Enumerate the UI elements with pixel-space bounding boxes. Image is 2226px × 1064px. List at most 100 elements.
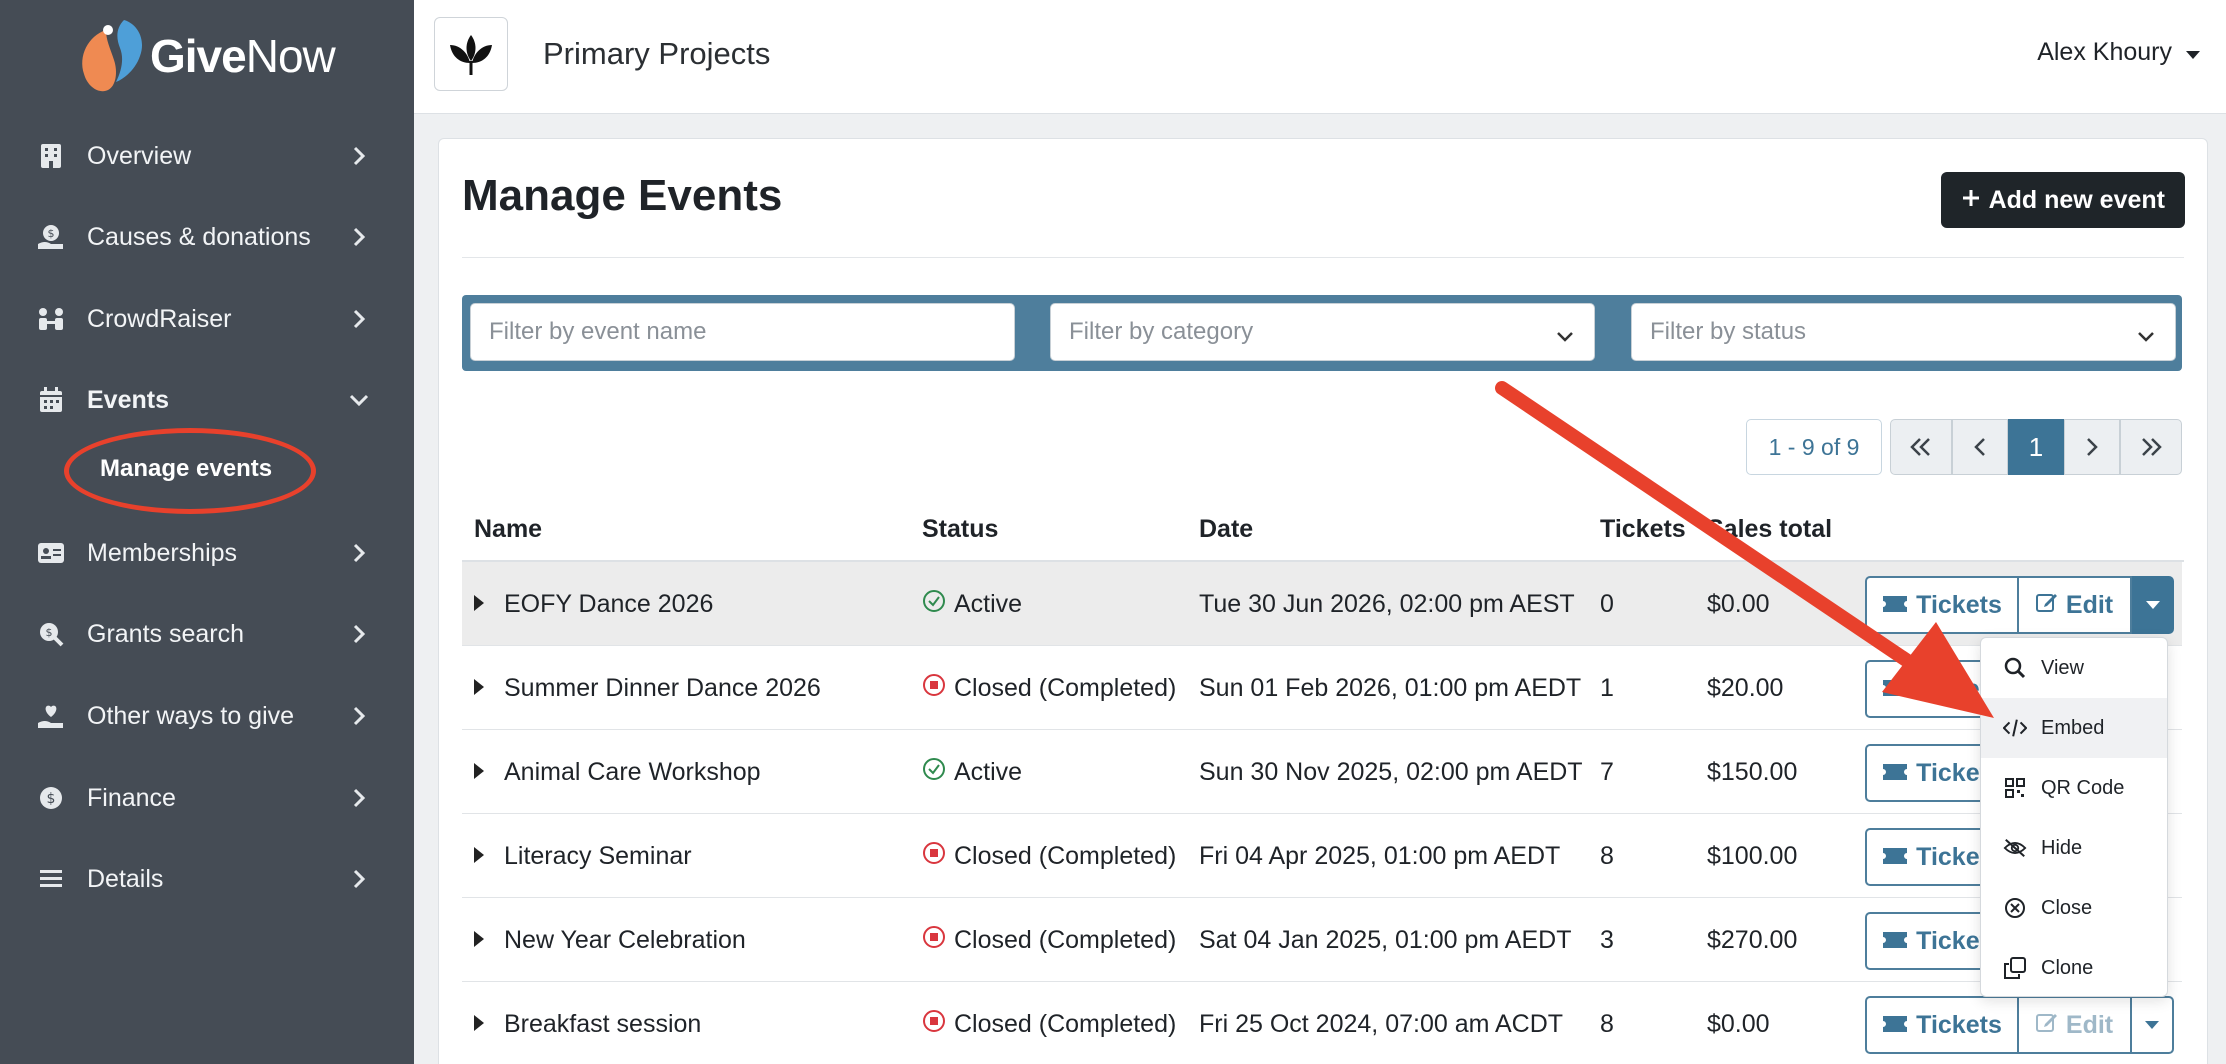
chevron-down-icon (2137, 322, 2155, 350)
id-card-icon (36, 538, 66, 568)
sidebar-item-causes[interactable]: $ Causes & donations (0, 207, 414, 267)
edit-button[interactable]: Edit (2019, 996, 2132, 1054)
sidebar: GiveNow Overview $ Causes & donations Cr… (0, 0, 414, 1064)
coin-icon: $ (36, 783, 66, 813)
event-tickets: 7 (1600, 757, 1614, 786)
column-header-status[interactable]: Status (922, 515, 998, 544)
copy-icon (2003, 956, 2027, 980)
current-page-button[interactable]: 1 (2008, 419, 2064, 475)
table-row[interactable]: Animal Care Workshop Active Sun 30 Nov 2… (462, 730, 2182, 814)
add-event-button[interactable]: Add new event (1940, 172, 2185, 228)
expand-caret-icon[interactable] (474, 595, 484, 611)
tickets-button[interactable]: Tickets (1865, 996, 2019, 1054)
sidebar-item-grants[interactable]: $ Grants search (0, 604, 414, 664)
event-name: Summer Dinner Dance 2026 (504, 673, 821, 702)
column-header-tickets[interactable]: Tickets (1600, 515, 1686, 544)
sidebar-item-label: Finance (87, 783, 176, 812)
givenow-logo[interactable]: GiveNow (76, 16, 336, 96)
event-tickets: 8 (1600, 841, 1614, 870)
chevron-left-icon (1974, 438, 1985, 456)
sidebar-item-events[interactable]: Events (0, 370, 414, 430)
column-header-name[interactable]: Name (474, 515, 542, 544)
more-actions-toggle[interactable] (2132, 996, 2174, 1054)
plus-icon (1961, 186, 1981, 215)
menu-item-view[interactable]: View (1981, 638, 2167, 698)
main-card: Manage Events Add new event Filter by ev… (438, 138, 2208, 1064)
menu-item-label: Clone (2041, 956, 2094, 979)
x-circle-icon (2003, 896, 2027, 920)
sidebar-item-finance[interactable]: $ Finance (0, 768, 414, 828)
menu-item-label: Close (2041, 896, 2093, 919)
last-page-button[interactable] (2120, 419, 2182, 475)
expand-caret-icon[interactable] (474, 763, 484, 779)
page-title: Manage Events (462, 171, 783, 220)
prev-page-button[interactable] (1952, 419, 2008, 475)
column-header-date[interactable]: Date (1199, 515, 1253, 544)
people-icon (36, 304, 66, 334)
event-name: Literacy Seminar (504, 841, 692, 870)
table-row[interactable]: Summer Dinner Dance 2026 Closed (Complet… (462, 646, 2182, 730)
check-circle-icon (922, 757, 946, 788)
event-date: Tue 30 Jun 2026, 02:00 pm AEST (1199, 589, 1575, 618)
menu-item-embed[interactable]: Embed (1981, 698, 2167, 758)
chevron-down-icon (1556, 322, 1574, 350)
check-circle-icon (922, 589, 946, 620)
event-status: Closed (Completed) (922, 982, 1176, 1064)
chevron-down-icon (348, 389, 370, 411)
stop-circle-icon (922, 841, 946, 872)
sidebar-item-memberships[interactable]: Memberships (0, 523, 414, 583)
first-page-button[interactable] (1890, 419, 1952, 475)
filter-placeholder: Filter by category (1069, 318, 1254, 345)
event-status: Closed (Completed) (922, 646, 1176, 730)
status-filter[interactable]: Filter by status (1631, 303, 2176, 361)
next-page-button[interactable] (2064, 419, 2120, 475)
sidebar-item-details[interactable]: Details (0, 849, 414, 909)
stop-circle-icon (922, 1009, 946, 1040)
table-row[interactable]: New Year Celebration Closed (Completed) … (462, 898, 2182, 982)
event-name-filter[interactable]: Filter by event name (470, 303, 1015, 361)
chevron-right-icon (348, 868, 370, 890)
tickets-button[interactable]: Tickets (1865, 576, 2019, 634)
expand-caret-icon[interactable] (474, 847, 484, 863)
menu-item-clone[interactable]: Clone (1981, 938, 2167, 998)
sidebar-item-crowdraiser[interactable]: CrowdRaiser (0, 289, 414, 349)
menu-item-close[interactable]: Close (1981, 878, 2167, 938)
menu-item-qr-code[interactable]: QR Code (1981, 758, 2167, 818)
more-actions-toggle[interactable] (2132, 576, 2174, 634)
event-status: Active (922, 562, 1022, 646)
lotus-icon (450, 35, 492, 75)
calendar-icon (36, 385, 66, 415)
category-filter[interactable]: Filter by category (1050, 303, 1595, 361)
sidebar-item-other-ways[interactable]: Other ways to give (0, 686, 414, 746)
sidebar-item-label: Other ways to give (87, 701, 295, 730)
expand-caret-icon[interactable] (474, 1015, 484, 1031)
list-icon (36, 864, 66, 894)
expand-caret-icon[interactable] (474, 679, 484, 695)
event-date: Fri 04 Apr 2025, 01:00 pm AEDT (1199, 841, 1561, 870)
sidebar-item-label: CrowdRaiser (87, 304, 232, 333)
table-row[interactable]: Literacy Seminar Closed (Completed) Fri … (462, 814, 2182, 898)
org-logo[interactable] (434, 17, 508, 91)
row-actions-menu: View Embed QR Code Hide Close Clone (1980, 637, 2168, 997)
user-name: Alex Khoury (2037, 38, 2172, 66)
double-chevron-right-icon (2142, 438, 2162, 456)
table-row[interactable]: Breakfast session Closed (Completed) Fri… (462, 982, 2182, 1064)
edit-icon (2035, 1011, 2058, 1040)
user-menu[interactable]: Alex Khoury (2037, 38, 2200, 67)
sidebar-item-label: Memberships (87, 538, 238, 567)
svg-text:$: $ (46, 626, 53, 639)
sidebar-item-label: Causes & donations (87, 222, 311, 251)
table-row[interactable]: EOFY Dance 2026 Active Tue 30 Jun 2026, … (462, 562, 2182, 646)
column-header-sales[interactable]: Sales total (1707, 515, 1832, 544)
filter-placeholder: Filter by event name (489, 318, 707, 345)
event-sales: $150.00 (1707, 757, 1798, 786)
status-text: Closed (Completed) (954, 841, 1177, 870)
sidebar-item-overview[interactable]: Overview (0, 126, 414, 186)
sidebar-item-label: Overview (87, 141, 192, 170)
add-event-label: Add new event (1988, 185, 2165, 214)
edit-button[interactable]: Edit (2019, 576, 2132, 634)
ticket-icon (1882, 927, 1908, 956)
caret-down-icon (2186, 38, 2200, 67)
expand-caret-icon[interactable] (474, 931, 484, 947)
menu-item-hide[interactable]: Hide (1981, 818, 2167, 878)
